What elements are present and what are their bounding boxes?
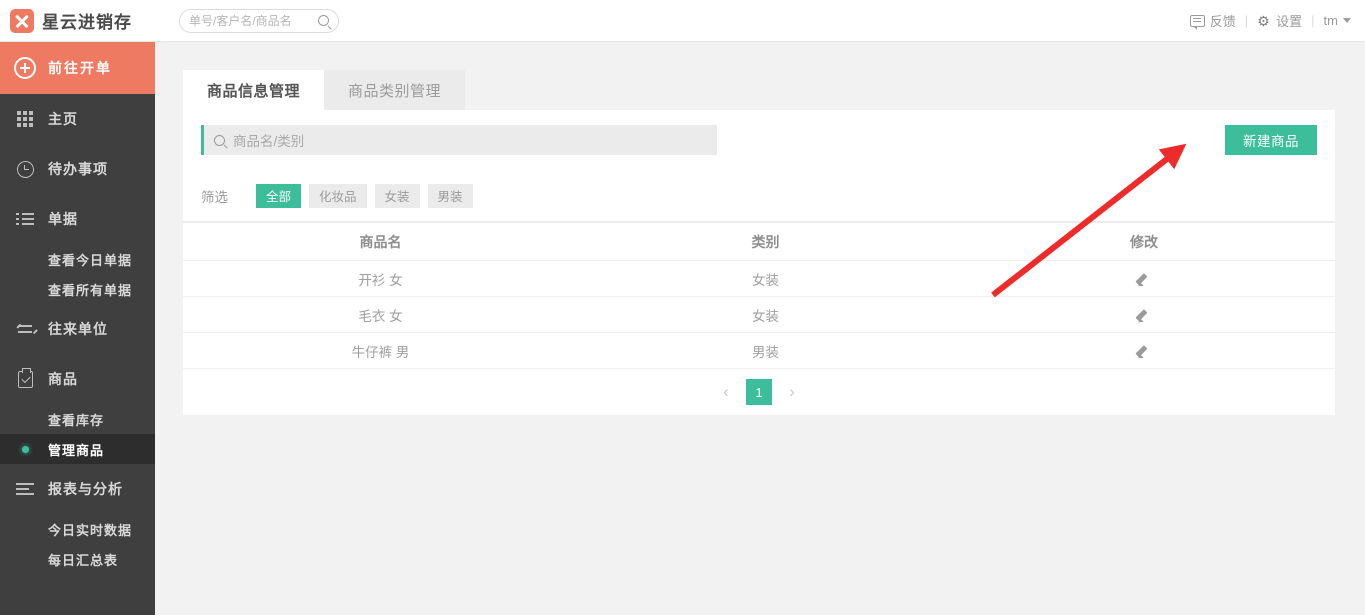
grid-icon — [14, 108, 36, 130]
table-row[interactable]: 牛仔裤 男 男装 — [183, 333, 1335, 369]
user-menu[interactable]: tm — [1324, 13, 1351, 28]
sidebar-item-label: 单据 — [48, 209, 78, 229]
sidebar-item-daily-summary[interactable]: 每日汇总表 — [0, 544, 155, 574]
sidebar-new-bill-label: 前往开单 — [48, 58, 112, 78]
feedback-button[interactable]: 反馈 — [1190, 11, 1236, 30]
filter-chip-all[interactable]: 全部 — [256, 184, 301, 208]
sidebar-new-bill-button[interactable]: 前往开单 — [0, 42, 155, 94]
clock-icon — [14, 158, 36, 180]
brand-name: 星云进销存 — [42, 8, 132, 33]
cell-product-name: 牛仔裤 男 — [183, 341, 578, 361]
user-label: tm — [1324, 13, 1338, 28]
sidebar-item-label: 主页 — [48, 109, 78, 129]
sidebar-item-stock[interactable]: 查看库存 — [0, 404, 155, 434]
sidebar-item-label: 查看今日单据 — [48, 250, 132, 269]
column-header-edit: 修改 — [953, 232, 1335, 252]
tab-product-info[interactable]: 商品信息管理 — [183, 70, 324, 110]
cell-edit[interactable] — [953, 344, 1335, 358]
products-table: 商品名 类别 修改 开衫 女 女装 毛衣 女 女装 牛仔裤 男 男 — [183, 222, 1335, 369]
filter-chip-menswear[interactable]: 男装 — [428, 184, 473, 208]
clipboard-check-icon — [14, 368, 36, 390]
sidebar-item-label: 查看所有单据 — [48, 280, 132, 299]
header-separator-2: | — [1311, 13, 1314, 28]
pagination: ‹ 1 › — [183, 369, 1335, 415]
sidebar-item-label: 每日汇总表 — [48, 550, 118, 569]
sidebar-item-label: 往来单位 — [48, 319, 108, 339]
sidebar-item-home[interactable]: 主页 — [0, 94, 155, 144]
sidebar-item-partners[interactable]: 往来单位 — [0, 304, 155, 354]
cell-product-name: 开衫 女 — [183, 269, 578, 289]
filter-chip-cosmetics[interactable]: 化妆品 — [309, 184, 367, 208]
column-header-category: 类别 — [578, 232, 953, 252]
sidebar-item-label: 报表与分析 — [48, 479, 123, 499]
gear-icon: ⚙ — [1257, 14, 1271, 28]
pencil-icon[interactable] — [1137, 308, 1151, 322]
feedback-label: 反馈 — [1210, 11, 1236, 30]
tab-bar: 商品信息管理 商品类别管理 — [183, 70, 465, 110]
global-search-placeholder: 单号/客户名/商品名 — [189, 12, 318, 29]
chevron-right-icon[interactable]: › — [778, 378, 806, 406]
sidebar-item-today-bills[interactable]: 查看今日单据 — [0, 244, 155, 274]
top-header: 星云进销存 单号/客户名/商品名 反馈 | ⚙ 设置 | tm — [0, 0, 1365, 42]
filter-row: 筛选 全部 化妆品 女装 男装 — [183, 170, 1335, 222]
brand[interactable]: 星云进销存 — [0, 8, 155, 33]
new-product-button[interactable]: 新建商品 — [1225, 125, 1317, 155]
sidebar-item-reports[interactable]: 报表与分析 — [0, 464, 155, 514]
sidebar-item-manage-products[interactable]: 管理商品 — [0, 434, 155, 464]
cell-edit[interactable] — [953, 308, 1335, 322]
main-content: 商品信息管理 商品类别管理 商品名/类别 新建商品 筛选 全部 化妆品 女装 男… — [155, 42, 1365, 615]
sidebar-item-label: 今日实时数据 — [48, 520, 132, 539]
search-icon — [214, 135, 225, 146]
search-input[interactable]: 商品名/类别 — [201, 125, 717, 155]
header-actions: 反馈 | ⚙ 设置 | tm — [1190, 11, 1365, 30]
search-icon[interactable] — [318, 15, 329, 26]
sidebar-item-label: 查看库存 — [48, 410, 104, 429]
search-row: 商品名/类别 新建商品 — [183, 110, 1335, 170]
pencil-icon[interactable] — [1137, 272, 1151, 286]
pencil-icon[interactable] — [1137, 344, 1151, 358]
table-row[interactable]: 开衫 女 女装 — [183, 261, 1335, 297]
search-placeholder: 商品名/类别 — [233, 130, 304, 150]
sidebar-item-realtime-data[interactable]: 今日实时数据 — [0, 514, 155, 544]
tab-product-category[interactable]: 商品类别管理 — [324, 70, 465, 110]
cell-product-category: 男装 — [578, 341, 953, 361]
cell-product-name: 毛衣 女 — [183, 305, 578, 325]
sidebar-item-label: 待办事项 — [48, 159, 108, 179]
dot-icon — [14, 446, 36, 453]
x-logo-icon — [10, 9, 34, 33]
cell-edit[interactable] — [953, 272, 1335, 286]
sidebar-item-todo[interactable]: 待办事项 — [0, 144, 155, 194]
cell-product-category: 女装 — [578, 269, 953, 289]
settings-button[interactable]: ⚙ 设置 — [1257, 11, 1302, 30]
plus-circle-icon — [14, 57, 36, 79]
table-header-row: 商品名 类别 修改 — [183, 223, 1335, 261]
sidebar-item-products[interactable]: 商品 — [0, 354, 155, 404]
comment-icon — [1190, 15, 1205, 27]
cell-product-category: 女装 — [578, 305, 953, 325]
sidebar-item-label: 管理商品 — [48, 440, 104, 459]
sidebar: 前往开单 主页 待办事项 单据 查看今日单据 查看所有单据 往来单位 商品 — [0, 42, 155, 615]
content-panel: 商品名/类别 新建商品 筛选 全部 化妆品 女装 男装 商品名 类别 修改 开衫… — [183, 110, 1335, 415]
table-row[interactable]: 毛衣 女 女装 — [183, 297, 1335, 333]
chevron-down-icon — [1343, 18, 1351, 23]
settings-label: 设置 — [1276, 11, 1302, 30]
filter-label: 筛选 — [201, 186, 228, 206]
sidebar-item-bills[interactable]: 单据 — [0, 194, 155, 244]
column-header-name: 商品名 — [183, 232, 578, 252]
sidebar-item-all-bills[interactable]: 查看所有单据 — [0, 274, 155, 304]
page-number-1[interactable]: 1 — [746, 379, 772, 405]
global-search-input[interactable]: 单号/客户名/商品名 — [179, 9, 339, 33]
filter-chip-womenswear[interactable]: 女装 — [375, 184, 420, 208]
list-icon — [14, 208, 36, 230]
swap-icon — [14, 318, 36, 340]
header-separator-1: | — [1245, 13, 1248, 28]
sidebar-item-label: 商品 — [48, 369, 78, 389]
bars-icon — [14, 478, 36, 500]
chevron-left-icon[interactable]: ‹ — [712, 378, 740, 406]
